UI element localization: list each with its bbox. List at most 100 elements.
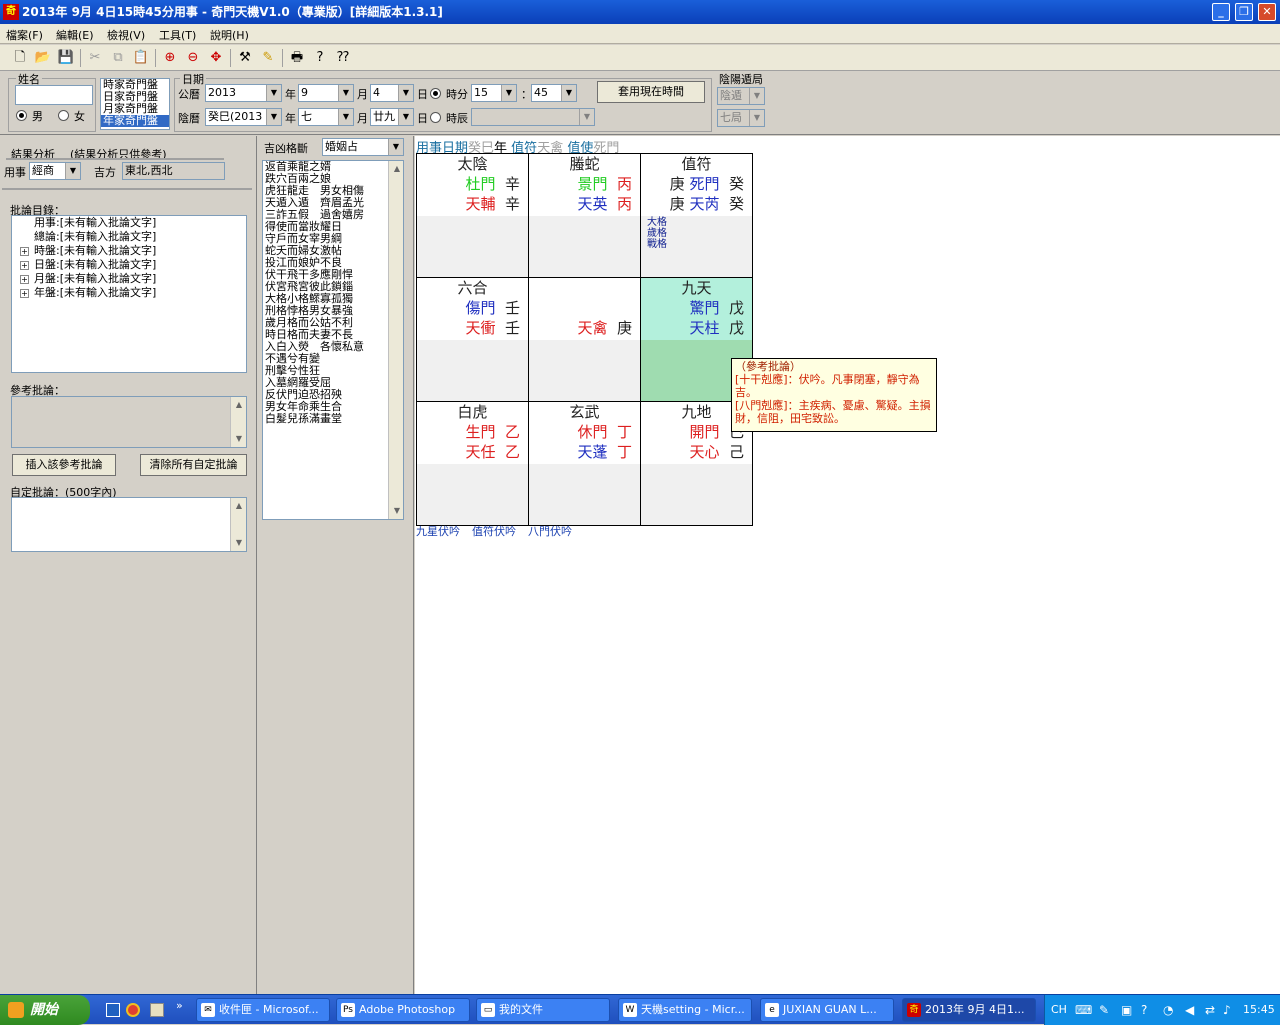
scroll-up-icon[interactable]: ▲ <box>389 161 403 177</box>
task-photoshop[interactable]: Ps Adobe Photoshop <box>336 998 470 1022</box>
scroll-down-icon[interactable]: ▼ <box>231 535 247 551</box>
hour-select[interactable]: 15 ▼ <box>471 84 517 102</box>
tool-icon[interactable]: ⚒ <box>236 49 254 67</box>
chart-type-list[interactable]: 時家奇門盤 日家奇門盤 月家奇門盤 年家奇門盤 <box>100 78 170 130</box>
palace-cell[interactable]: 天禽 庚 <box>529 278 641 402</box>
scroll-up-icon[interactable]: ▲ <box>231 498 247 514</box>
tree-item[interactable]: + 時盤:[未有輸入批論文字] <box>12 244 246 258</box>
compass-icon[interactable]: ✥ <box>207 49 225 67</box>
chevron-down-icon[interactable]: ▼ <box>388 139 403 155</box>
shichen-select[interactable]: ▼ <box>471 108 595 126</box>
volume-icon[interactable]: ♪ <box>1223 995 1231 1025</box>
title-bar[interactable]: 奇 2013年 9月 4日15時45分用事 - 奇門天機V1.0（專業版）[詳細… <box>0 0 1280 24</box>
expand-icon[interactable]: + <box>20 289 29 298</box>
palace-cell[interactable]: 玄武 休門 丁天蓬 丁 <box>529 402 641 526</box>
yinyang-select[interactable]: 陰遁 ▼ <box>717 87 765 105</box>
minute-select[interactable]: 45 ▼ <box>531 84 577 102</box>
start-button[interactable]: 開始 <box>0 995 90 1025</box>
pattern-list[interactable]: 返首乘龍之婿 跌穴百兩之娘 虎狂龍走 男女相傷 天遁入遁 齊眉孟光 三詐五假 過… <box>262 160 404 520</box>
help-icon[interactable]: ? <box>1141 995 1147 1025</box>
help-icon[interactable]: ? <box>311 49 329 67</box>
custom-comment-input[interactable] <box>11 497 247 552</box>
tree-item[interactable]: 總論:[未有輸入批論文字] <box>12 230 246 244</box>
ju-select[interactable]: 七局 ▼ <box>717 109 765 127</box>
zoom-in-icon[interactable]: ⊕ <box>161 49 179 67</box>
insert-ref-button[interactable]: 插入該參考批論 <box>12 454 116 476</box>
lunar-year-select[interactable]: 癸巳(2013 ▼ <box>205 108 282 126</box>
solar-year-select[interactable]: 2013 ▼ <box>205 84 282 102</box>
expand-icon[interactable]: + <box>20 247 29 256</box>
task-word[interactable]: W 天機setting - Micr... <box>618 998 752 1022</box>
tree-item[interactable]: 用事:[未有輸入批論文字] <box>12 216 246 230</box>
lunar-month-select[interactable]: 七 ▼ <box>298 108 354 126</box>
ref-comment-box[interactable] <box>11 396 247 448</box>
chevron-down-icon[interactable]: ▼ <box>749 88 764 104</box>
keyboard-icon[interactable]: ⌨ <box>1075 995 1092 1025</box>
chevron-down-icon[interactable]: ▼ <box>579 109 594 125</box>
list-item[interactable]: 年家奇門盤 <box>101 115 169 127</box>
cut-icon[interactable]: ✂ <box>86 49 104 67</box>
task-qimen[interactable]: 奇 2013年 9月 4日1... <box>902 998 1036 1022</box>
clock[interactable]: 15:45 <box>1243 995 1275 1025</box>
pen-icon[interactable]: ✎ <box>1099 995 1109 1025</box>
more-icon[interactable]: » <box>176 999 183 1012</box>
scroll-down-icon[interactable]: ▼ <box>231 431 247 447</box>
back-arrow-icon[interactable]: ◀ <box>1185 995 1194 1025</box>
chevron-down-icon[interactable]: ▼ <box>266 85 281 101</box>
context-help-icon[interactable]: ⁇ <box>334 49 352 67</box>
chevron-down-icon[interactable]: ▼ <box>266 109 281 125</box>
chrome-icon[interactable] <box>126 1003 140 1017</box>
show-desktop-icon[interactable] <box>106 1003 120 1017</box>
chevron-down-icon[interactable]: ▼ <box>501 85 516 101</box>
palace-cell[interactable]: 值符庚 死門 癸庚 天芮 癸大格 歲格 戰格 <box>641 154 753 278</box>
palace-cell[interactable]: 六合 傷門 壬天衝 壬 <box>417 278 529 402</box>
chevron-down-icon[interactable]: ▼ <box>65 163 80 179</box>
copy-icon[interactable]: ⧉ <box>109 49 127 67</box>
language-indicator[interactable]: CH <box>1051 995 1067 1025</box>
male-radio[interactable] <box>16 110 27 121</box>
chevron-down-icon[interactable]: ▼ <box>398 85 413 101</box>
female-radio[interactable] <box>58 110 69 121</box>
chevron-down-icon[interactable]: ▼ <box>398 109 413 125</box>
restore-button[interactable]: ❐ <box>1235 3 1253 21</box>
task-my-documents[interactable]: ▭ 我的文件 <box>476 998 610 1022</box>
notify-icon[interactable]: ◔ <box>1163 995 1173 1025</box>
expand-icon[interactable]: + <box>20 275 29 284</box>
scroll-down-icon[interactable]: ▼ <box>389 503 403 519</box>
chevron-down-icon[interactable]: ▼ <box>561 85 576 101</box>
scrollbar[interactable]: ▲ ▼ <box>388 161 403 519</box>
chevron-down-icon[interactable]: ▼ <box>338 85 353 101</box>
tree-item[interactable]: + 月盤:[未有輸入批論文字] <box>12 272 246 286</box>
network-icon[interactable]: ⇄ <box>1205 995 1215 1025</box>
palace-cell[interactable]: 太陰 杜門 辛天輔 辛 <box>417 154 529 278</box>
task-ie[interactable]: e JUXIAN GUAN L... <box>760 998 894 1022</box>
shichen-radio[interactable] <box>430 112 441 123</box>
lunar-day-select[interactable]: 廿九 ▼ <box>370 108 414 126</box>
scrollbar[interactable]: ▲ ▼ <box>230 397 246 447</box>
judge-select[interactable]: 婚姻占 ▼ <box>322 138 404 156</box>
task-outlook[interactable]: ✉ 收件匣 - Microsof... <box>196 998 330 1022</box>
tree-item[interactable]: + 日盤:[未有輸入批論文字] <box>12 258 246 272</box>
menu-file[interactable]: 檔案(F) <box>6 27 43 43</box>
solar-day-select[interactable]: 4 ▼ <box>370 84 414 102</box>
solar-month-select[interactable]: 9 ▼ <box>298 84 354 102</box>
clear-custom-button[interactable]: 清除所有自定批論 <box>140 454 247 476</box>
name-input[interactable] <box>15 85 93 105</box>
chevron-down-icon[interactable]: ▼ <box>338 109 353 125</box>
scroll-up-icon[interactable]: ▲ <box>231 397 247 413</box>
new-file-icon[interactable]: 🗋 <box>11 49 29 67</box>
folder-icon[interactable] <box>150 1003 164 1017</box>
tree-item[interactable]: + 年盤:[未有輸入批論文字] <box>12 286 246 300</box>
expand-icon[interactable]: + <box>20 261 29 270</box>
app-icon[interactable]: 奇 <box>3 4 19 20</box>
palace-cell[interactable]: 白虎 生門 乙天任 乙 <box>417 402 529 526</box>
menu-help[interactable]: 說明(H) <box>210 27 249 43</box>
open-folder-icon[interactable]: 📂 <box>34 49 52 67</box>
ime-icon[interactable]: ▣ <box>1121 995 1132 1025</box>
yongshi-select[interactable]: 經商 ▼ <box>29 162 81 180</box>
menu-edit[interactable]: 編輯(E) <box>56 27 94 43</box>
paste-icon[interactable]: 📋 <box>132 49 150 67</box>
save-icon[interactable]: 💾 <box>57 49 75 67</box>
close-button[interactable]: ✕ <box>1258 3 1276 21</box>
chevron-down-icon[interactable]: ▼ <box>749 110 764 126</box>
